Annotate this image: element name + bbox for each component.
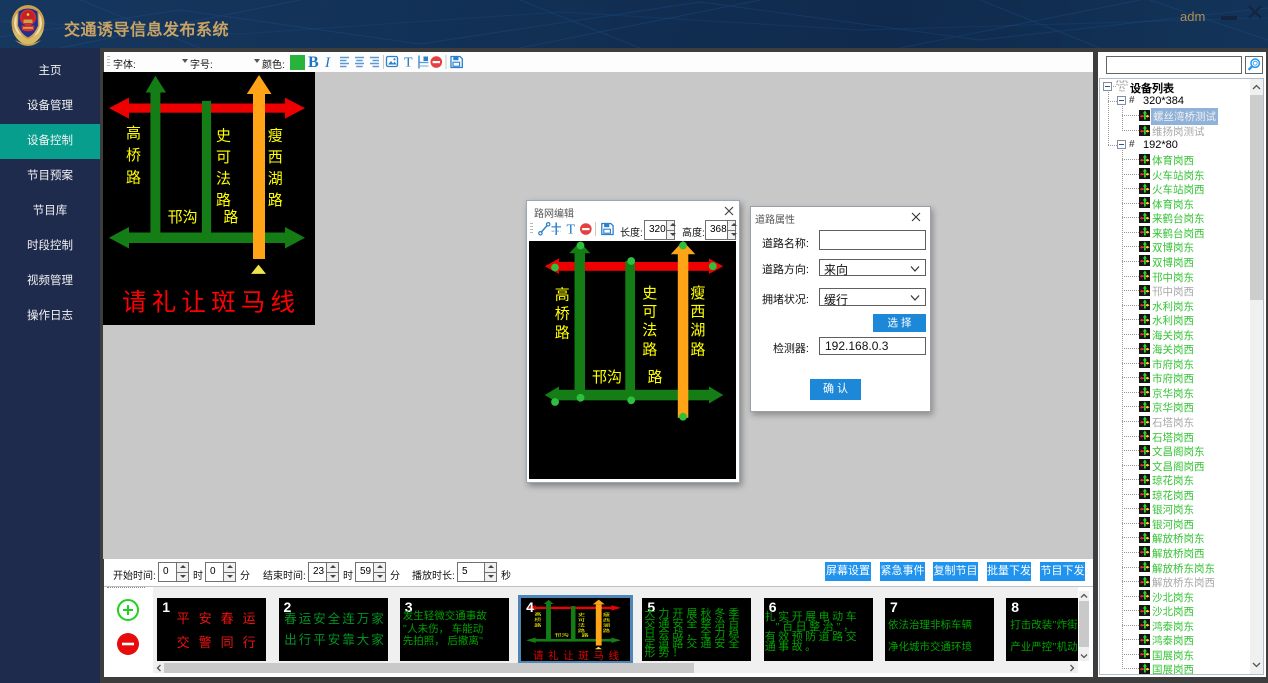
svg-text:可: 可: [642, 305, 657, 321]
svg-text:路: 路: [555, 325, 570, 342]
svg-text:T: T: [404, 56, 413, 71]
svg-text:史: 史: [642, 285, 657, 302]
svg-text:桥: 桥: [555, 306, 570, 323]
svg-text:路: 路: [690, 342, 705, 359]
svg-text:瘦: 瘦: [690, 285, 705, 302]
svg-text:法: 法: [642, 322, 657, 339]
svg-text:邗沟: 邗沟: [592, 369, 622, 386]
svg-text:高: 高: [555, 287, 570, 304]
svg-text:I: I: [324, 55, 331, 71]
svg-text:B: B: [308, 54, 319, 71]
svg-text:T: T: [567, 223, 576, 238]
svg-text:路: 路: [647, 369, 662, 386]
svg-text:湖: 湖: [690, 322, 705, 339]
svg-text:请礼让斑马线: 请礼让斑马线: [533, 649, 624, 661]
svg-text:西: 西: [690, 305, 705, 321]
svg-text:请礼让斑马线: 请礼让斑马线: [122, 289, 300, 317]
svg-text:路: 路: [642, 342, 657, 359]
